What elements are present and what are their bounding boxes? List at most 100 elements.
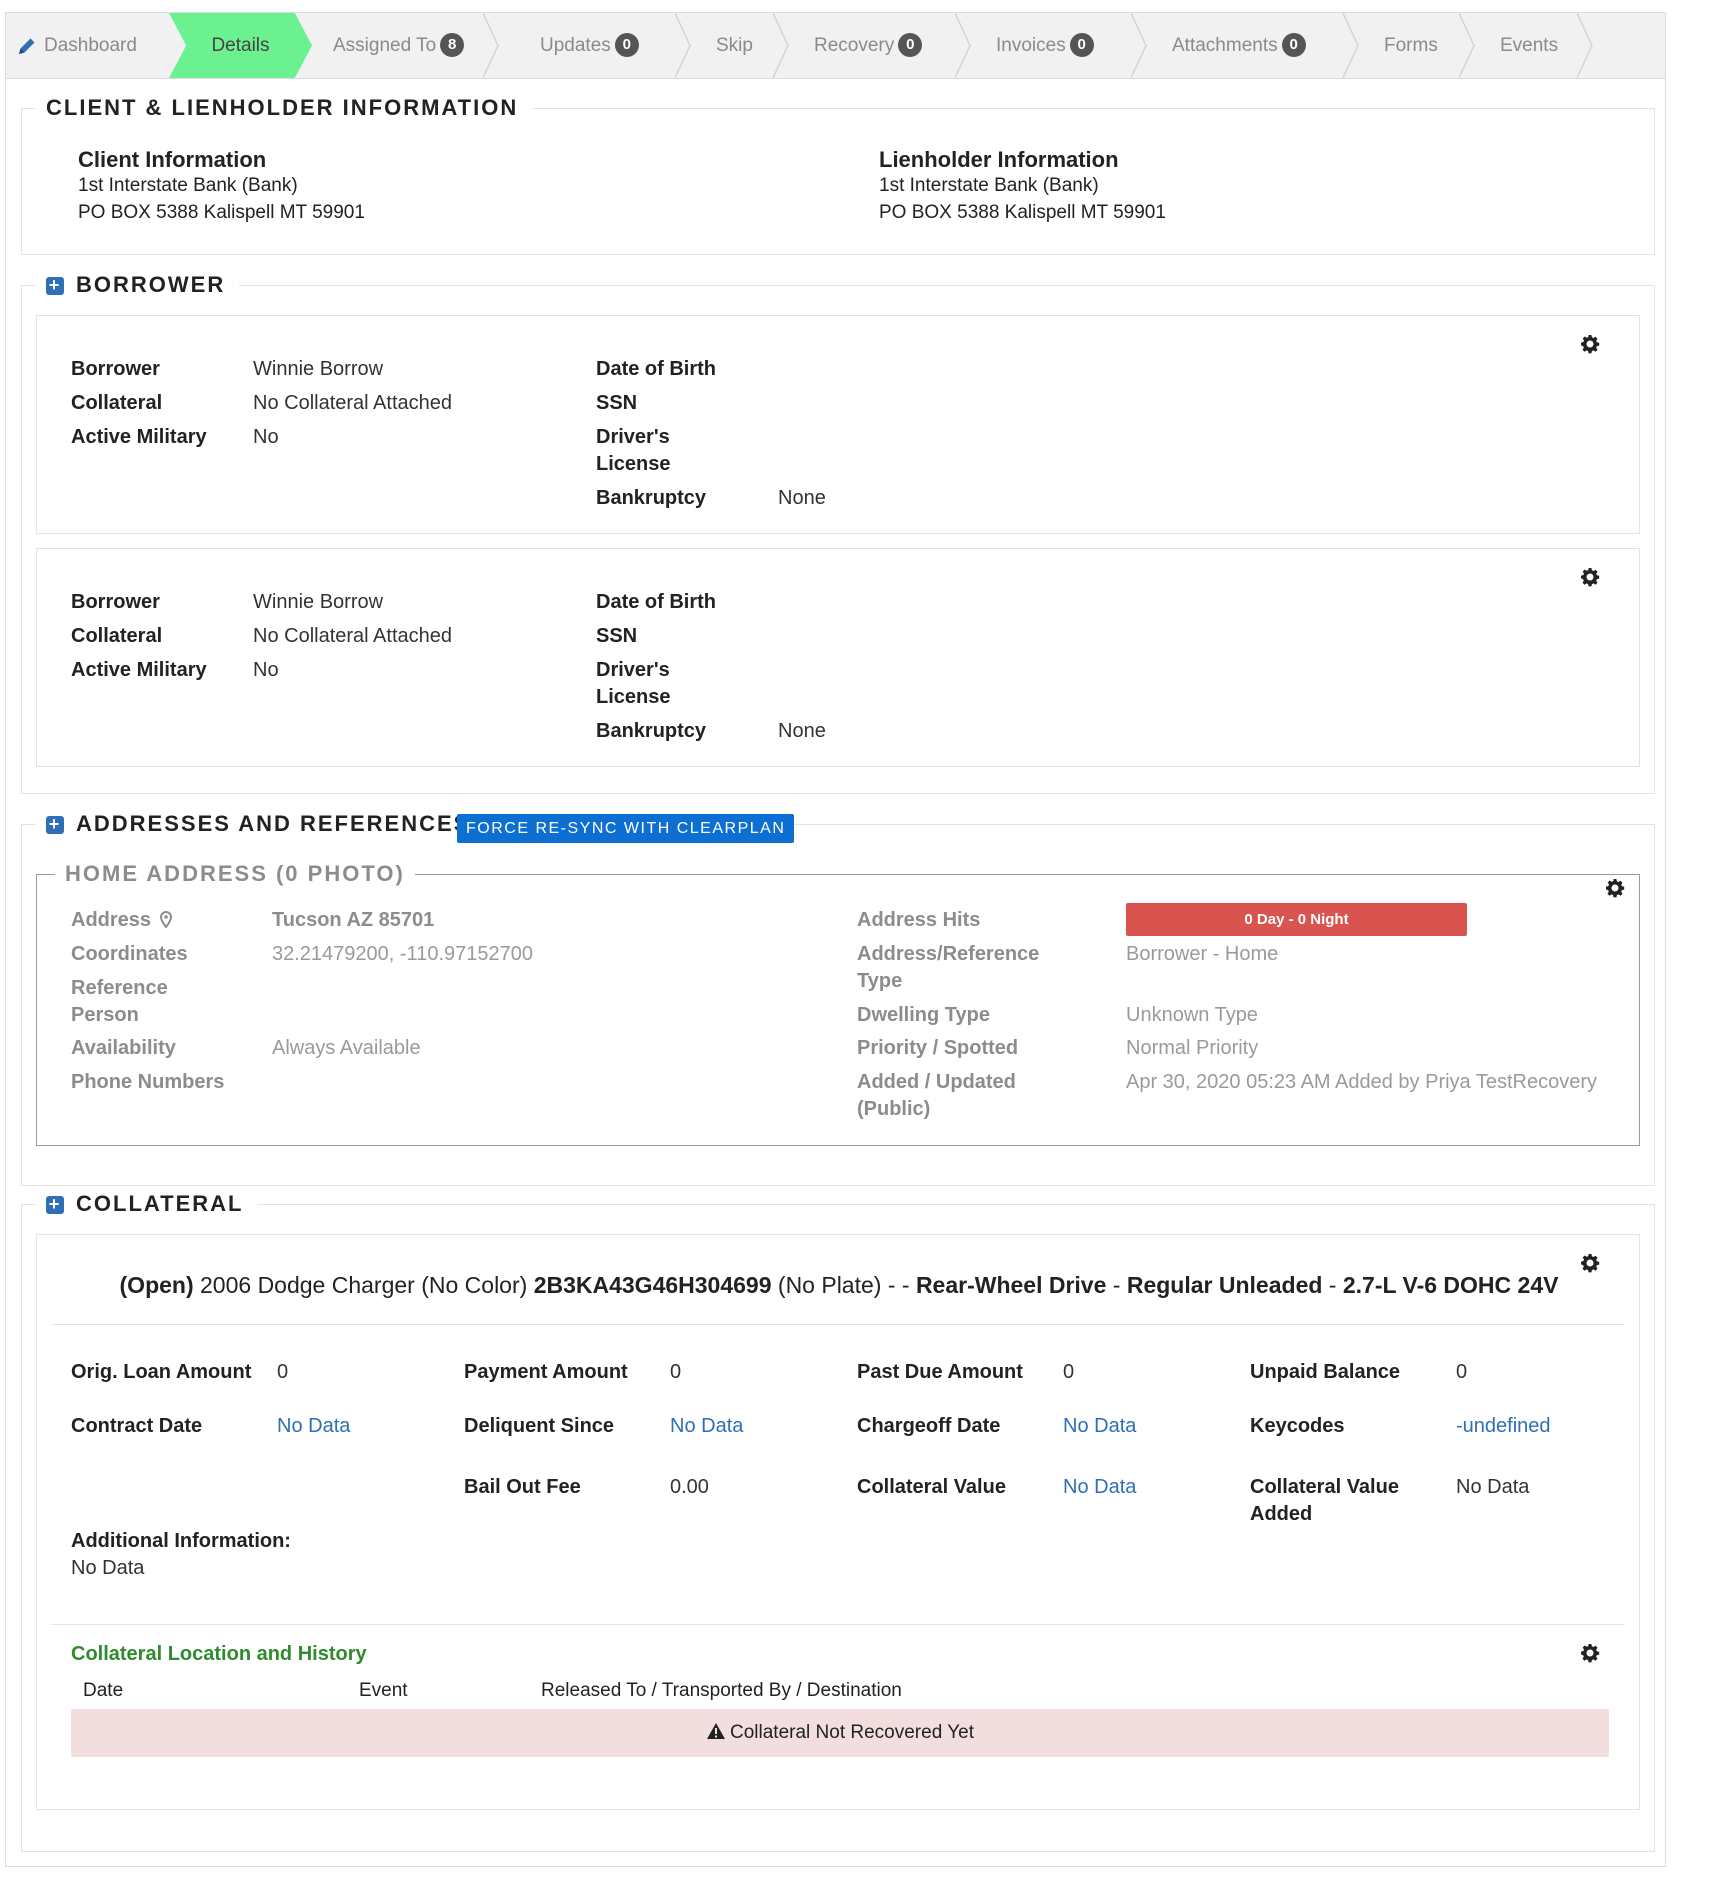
drivers-license-label: Driver's	[596, 659, 670, 681]
active-military-value: No	[253, 659, 279, 681]
address-type-label: Address/Reference	[857, 943, 1040, 965]
dob-label: Date of Birth	[596, 358, 716, 380]
collateral-vin: 2B3KA43G46H304699	[533, 1272, 772, 1298]
address-type-value: Borrower - Home	[1126, 943, 1279, 965]
delinquent-since-label: Deliquent Since	[464, 1415, 615, 1437]
collateral-label: Collateral	[71, 392, 163, 414]
section-title-addresses[interactable]: + ADDRESSES AND REFERENCES	[36, 811, 485, 837]
lienholder-address: PO BOX 5388 Kalispell MT 59901	[879, 202, 1166, 223]
tab-attachments[interactable]: Attachments 0	[1172, 13, 1306, 78]
lienholder-heading: Lienholder Information	[879, 147, 1119, 172]
section-title-borrower[interactable]: + BORROWER	[36, 272, 240, 298]
address-type-label-2: Type	[857, 970, 903, 992]
collateral-panel: + COLLATERAL (Open) 2006 Dodge Charger (N…	[21, 1191, 1655, 1852]
tab-events[interactable]: Events	[1500, 13, 1558, 78]
client-heading: Client Information	[78, 147, 267, 172]
history-col-destination: Released To / Transported By / Destinati…	[541, 1680, 902, 1701]
history-col-date: Date	[83, 1680, 124, 1701]
bail-out-fee-label: Bail Out Fee	[464, 1476, 581, 1498]
expand-plus-icon[interactable]: +	[46, 276, 64, 295]
borrower-card: Borrower Winnie Borrow Collateral No Col…	[36, 548, 1640, 767]
bankruptcy-value: None	[778, 720, 826, 742]
availability-value: Always Available	[272, 1037, 421, 1059]
collateral-value: No Collateral Attached	[253, 392, 453, 414]
phone-numbers-label: Phone Numbers	[71, 1071, 225, 1093]
chevron-separator-icon	[1130, 13, 1147, 78]
added-updated-label: Added / Updated	[857, 1071, 1016, 1093]
collateral-value-added-value: No Data	[1456, 1476, 1530, 1498]
borrower-value: Winnie Borrow	[253, 591, 384, 613]
history-empty-row: Collateral Not Recovered Yet	[71, 1709, 1609, 1757]
past-due-value: 0	[1063, 1361, 1075, 1383]
past-due-label: Past Due Amount	[857, 1361, 1023, 1383]
bankruptcy-label: Bankruptcy	[596, 720, 707, 742]
active-military-label: Active Military	[71, 659, 207, 681]
divider	[51, 1624, 1625, 1625]
chevron-separator-icon	[954, 13, 971, 78]
collateral-label: Collateral	[71, 625, 163, 647]
borrower-card: Borrower Winnie Borrow Collateral No Col…	[36, 315, 1640, 534]
priority-value: Normal Priority	[1126, 1037, 1259, 1059]
addresses-panel: + ADDRESSES AND REFERENCES FORCE RE-SYNC …	[21, 811, 1655, 1186]
client-name: 1st Interstate Bank (Bank)	[78, 175, 298, 196]
tab-skip[interactable]: Skip	[716, 13, 753, 78]
gear-icon[interactable]	[1580, 334, 1600, 354]
additional-info-value: No Data	[71, 1557, 145, 1579]
gear-icon[interactable]	[1580, 1643, 1600, 1663]
collateral-history-title: Collateral Location and History	[71, 1643, 367, 1665]
tab-forms[interactable]: Forms	[1384, 13, 1438, 78]
coordinates-label: Coordinates	[71, 943, 188, 965]
collateral-status: (Open)	[119, 1272, 194, 1298]
unpaid-balance-label: Unpaid Balance	[1250, 1361, 1401, 1383]
pencil-icon	[19, 38, 35, 54]
bail-out-fee-value: 0.00	[670, 1476, 709, 1498]
collateral-value: No Collateral Attached	[253, 625, 453, 647]
tab-dashboard[interactable]: Dashboard	[44, 13, 137, 78]
case-details-frame: Dashboard Details Assigned To 8 Updates 0 …	[5, 12, 1666, 1867]
force-resync-button[interactable]: FORCE RE-SYNC WITH CLEARPLAN	[457, 814, 795, 843]
collateral-drive: Rear-Wheel Drive	[915, 1272, 1107, 1298]
gear-icon[interactable]	[1580, 1253, 1600, 1273]
dob-label: Date of Birth	[596, 591, 716, 613]
contract-date-link[interactable]: No Data	[277, 1413, 350, 1440]
reference-person-label-2: Person	[71, 1004, 139, 1026]
payment-amount-label: Payment Amount	[464, 1361, 628, 1383]
orig-loan-value: 0	[277, 1361, 289, 1383]
count-badge: 8	[440, 33, 465, 57]
drivers-license-label-2: License	[596, 453, 671, 475]
borrower-panel: + BORROWER Borrower Winnie Borrow Collate…	[21, 272, 1655, 794]
count-badge: 0	[898, 33, 923, 57]
collateral-value-added-label: Collateral Value	[1250, 1476, 1399, 1498]
dwelling-type-label: Dwelling Type	[857, 1004, 990, 1026]
expand-plus-icon[interactable]: +	[46, 815, 64, 834]
home-address-card: HOME ADDRESS (0 PHOTO) Address Tucson AZ…	[36, 861, 1640, 1146]
chevron-separator-icon	[482, 13, 499, 78]
expand-plus-icon[interactable]: +	[46, 1195, 64, 1214]
keycodes-link[interactable]: -undefined	[1456, 1413, 1551, 1440]
gear-icon[interactable]	[1605, 878, 1625, 898]
home-address-title: HOME ADDRESS (0 PHOTO)	[55, 861, 415, 887]
address-hits-badge: 0 Day - 0 Night	[1126, 903, 1467, 936]
client-lienholder-panel: CLIENT & LIENHOLDER INFORMATION Client I…	[21, 95, 1655, 255]
collateral-vehicle: 2006 Dodge Charger (No Color)	[200, 1272, 528, 1298]
count-badge: 0	[614, 33, 639, 57]
delinquent-since-link[interactable]: No Data	[670, 1413, 743, 1440]
dwelling-type-value: Unknown Type	[1126, 1004, 1258, 1026]
collateral-plate: (No Plate) - -	[777, 1272, 910, 1298]
added-updated-value: Apr 30, 2020 05:23 AM Added by Priya Tes…	[1126, 1071, 1598, 1093]
chargeoff-date-link[interactable]: No Data	[1063, 1413, 1136, 1440]
active-military-label: Active Military	[71, 426, 207, 448]
tab-details[interactable]: Details	[169, 13, 312, 78]
section-title-client-lienholder: CLIENT & LIENHOLDER INFORMATION	[36, 95, 533, 121]
client-address: PO BOX 5388 Kalispell MT 59901	[78, 202, 365, 223]
ssn-label: SSN	[596, 392, 638, 414]
map-marker-icon	[159, 910, 172, 929]
tab-invoices[interactable]: Invoices 0	[996, 13, 1094, 78]
tab-updates[interactable]: Updates 0	[540, 13, 639, 78]
case-tabs: Dashboard Details Assigned To 8 Updates 0 …	[6, 13, 1665, 79]
tab-recovery[interactable]: Recovery 0	[814, 13, 923, 78]
gear-icon[interactable]	[1580, 567, 1600, 587]
tab-assigned-to[interactable]: Assigned To 8	[333, 13, 465, 78]
section-title-collateral[interactable]: + COLLATERAL	[36, 1191, 258, 1217]
collateral-value-link[interactable]: No Data	[1063, 1474, 1136, 1501]
